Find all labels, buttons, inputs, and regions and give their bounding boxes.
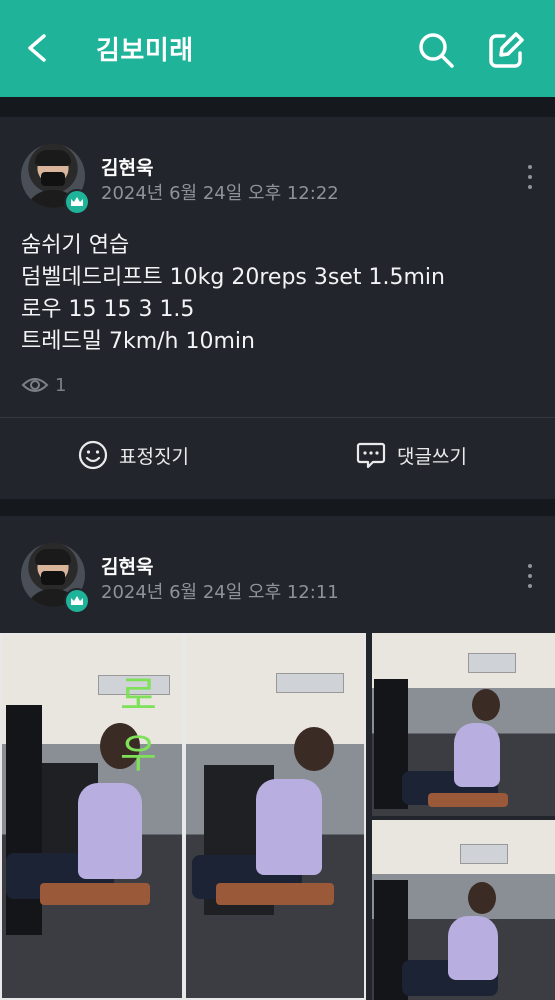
crown-icon	[64, 189, 90, 215]
gym-photo[interactable]	[184, 633, 366, 1000]
content-line: 로우 15 15 3 1.5	[21, 297, 195, 322]
gym-photo[interactable]	[372, 633, 555, 816]
comment-label: 댓글쓰기	[397, 445, 467, 468]
back-arrow-icon[interactable]	[18, 28, 58, 68]
divider	[0, 417, 555, 418]
content-line: 숨쉬기 연습	[21, 233, 130, 258]
smiley-icon	[78, 440, 108, 470]
react-button[interactable]: 표정짓기	[77, 439, 189, 475]
content-line: 트레드밀 7km/h 10min	[21, 329, 255, 354]
more-options-icon[interactable]	[520, 165, 540, 195]
page-title: 김보미래	[96, 36, 194, 66]
react-label: 표정짓기	[119, 445, 189, 468]
top-app-bar: 김보미래	[0, 0, 555, 97]
post-date: 2024년 6월 24일 오후 12:11	[101, 582, 339, 603]
comment-icon	[356, 442, 386, 469]
annotation-text: 로우	[120, 673, 157, 777]
view-count-value: 1	[55, 374, 67, 396]
comment-button[interactable]: 댓글쓰기	[355, 439, 467, 475]
post-date: 2024년 6월 24일 오후 12:22	[101, 183, 339, 204]
section-gap	[0, 97, 555, 117]
view-count: 1	[21, 374, 66, 398]
more-options-icon[interactable]	[520, 564, 540, 594]
crown-icon	[64, 588, 90, 614]
author-name[interactable]: 김현욱	[101, 552, 153, 579]
post-content: 숨쉬기 연습 덤벨데드리프트 10kg 20reps 3set 1.5min 로…	[21, 230, 445, 358]
content-line: 덤벨데드리프트 10kg 20reps 3set 1.5min	[21, 265, 445, 290]
author-name[interactable]: 김현욱	[101, 153, 153, 180]
post-card: 김현욱 2024년 6월 24일 오후 12:11 로우	[0, 516, 555, 1000]
photo-grid: 로우	[0, 633, 555, 1000]
edit-icon[interactable]	[484, 28, 528, 72]
post-card: 김현욱 2024년 6월 24일 오후 12:22 숨쉬기 연습 덤벨데드리프트…	[0, 117, 555, 499]
eye-icon	[21, 378, 49, 392]
gym-photo[interactable]	[372, 820, 555, 1000]
search-icon[interactable]	[414, 28, 458, 72]
gym-photo[interactable]: 로우	[0, 633, 184, 1000]
